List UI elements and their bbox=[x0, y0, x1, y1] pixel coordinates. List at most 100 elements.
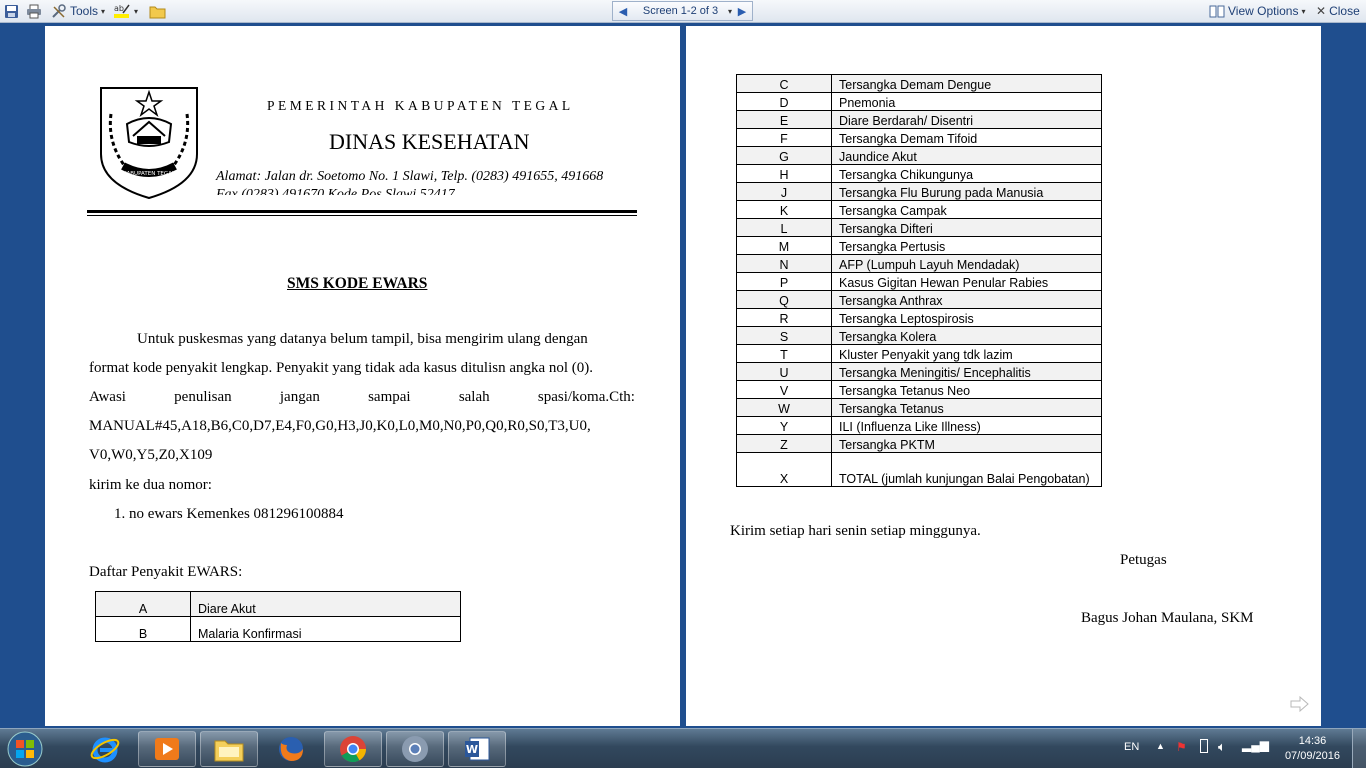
disease-name: Tersangka Kolera bbox=[831, 326, 1102, 345]
disease-name: Jaundice Akut bbox=[831, 146, 1102, 165]
tools-icon bbox=[52, 3, 66, 18]
chevron-down-icon: ▾ bbox=[101, 6, 106, 16]
taskbar-word[interactable]: W bbox=[448, 731, 506, 767]
print-icon bbox=[27, 4, 41, 18]
table-row: Q Tersangka Anthrax bbox=[736, 290, 1102, 309]
table-row: U Tersangka Meningitis/ Encephalitis bbox=[736, 362, 1102, 381]
kabupaten-tegal-logo: KABUPATEN TEGAL bbox=[100, 87, 198, 200]
tools-menu[interactable]: Tools ▾ bbox=[51, 2, 105, 20]
officer-name: Bagus Johan Maulana, SKM bbox=[1081, 610, 1254, 626]
ewars-table-part1: A Diare Akut B Malaria Konfirmasi bbox=[95, 591, 461, 642]
disease-code: Z bbox=[736, 434, 832, 453]
disease-code: U bbox=[736, 362, 832, 381]
disease-name: Tersangka Tetanus bbox=[831, 398, 1102, 417]
taskbar-chrome-canary[interactable] bbox=[386, 731, 444, 767]
next-screen-button[interactable]: ▶ bbox=[732, 5, 752, 18]
table-row: A Diare Akut bbox=[95, 591, 461, 617]
disease-code: M bbox=[736, 236, 832, 255]
volume-icon[interactable]: 🔈︎ bbox=[1218, 739, 1226, 755]
taskbar-media-player[interactable] bbox=[138, 731, 196, 767]
network-icon[interactable]: ▂▄▆ bbox=[1242, 738, 1269, 752]
table-row: L Tersangka Difteri bbox=[736, 218, 1102, 237]
disease-code: K bbox=[736, 200, 832, 219]
firefox-icon bbox=[279, 737, 303, 761]
disease-name: Tersangka Campak bbox=[831, 200, 1102, 219]
table-row: F Tersangka Demam Tifoid bbox=[736, 128, 1102, 147]
disease-name: ILI (Influenza Like Illness) bbox=[831, 416, 1102, 435]
disease-code: H bbox=[736, 164, 832, 183]
table-row: C Tersangka Demam Dengue bbox=[736, 74, 1102, 93]
start-button[interactable] bbox=[2, 730, 48, 768]
save-button[interactable] bbox=[4, 2, 19, 20]
table-row: V Tersangka Tetanus Neo bbox=[736, 380, 1102, 399]
table-row: W Tersangka Tetanus bbox=[736, 398, 1102, 417]
taskbar-internet-explorer[interactable] bbox=[76, 731, 134, 767]
disease-code: C bbox=[736, 74, 832, 93]
comment-button[interactable] bbox=[149, 2, 166, 20]
battery-icon[interactable] bbox=[1200, 739, 1208, 753]
officer-label: Petugas bbox=[1120, 552, 1167, 568]
reading-area: KABUPATEN TEGAL PEMERINTAH KABUPATEN TEG… bbox=[0, 23, 1366, 728]
close-icon: ✕ bbox=[1316, 4, 1327, 18]
disease-name: Tersangka Anthrax bbox=[831, 290, 1102, 309]
print-button[interactable] bbox=[26, 2, 42, 20]
paragraph-line-4: MANUAL#45,A18,B6,C0,D7,E4,F0,G0,H3,J0,K0… bbox=[89, 418, 591, 434]
close-button[interactable]: ✕ Close bbox=[1316, 2, 1360, 20]
clock[interactable]: 14:36 07/09/2016 bbox=[1285, 734, 1340, 764]
disease-list-heading: Daftar Penyakit EWARS: bbox=[89, 564, 243, 580]
clock-time: 14:36 bbox=[1298, 735, 1327, 747]
chevron-down-icon: ▾ bbox=[134, 6, 139, 16]
table-row: P Kasus Gigitan Hewan Penular Rabies bbox=[736, 272, 1102, 291]
paragraph-word: salah bbox=[458, 389, 490, 405]
screen-indicator[interactable]: Screen 1-2 of 3 bbox=[633, 5, 728, 17]
disease-name: Tersangka PKTM bbox=[831, 434, 1102, 453]
save-icon bbox=[5, 4, 18, 18]
highlight-button[interactable]: ab ▾ bbox=[113, 2, 138, 20]
taskbar-chrome[interactable] bbox=[324, 731, 382, 767]
document-page-right: C Tersangka Demam Dengue D Pnemonia E Diare B… bbox=[686, 26, 1321, 726]
previous-screen-button[interactable]: ◀ bbox=[613, 5, 633, 18]
disease-name: Tersangka Tetanus Neo bbox=[831, 380, 1102, 399]
table-row: Y ILI (Influenza Like Illness) bbox=[736, 416, 1102, 435]
document-page-left: KABUPATEN TEGAL PEMERINTAH KABUPATEN TEG… bbox=[45, 26, 680, 726]
table-row: S Tersangka Kolera bbox=[736, 326, 1102, 345]
table-row: Z Tersangka PKTM bbox=[736, 434, 1102, 453]
disease-code: V bbox=[736, 380, 832, 399]
svg-text:ab: ab bbox=[114, 4, 124, 13]
show-hidden-icons-icon[interactable]: ▲ bbox=[1156, 741, 1165, 751]
paragraph-word: sampai bbox=[368, 389, 411, 405]
table-row: J Tersangka Flu Burung pada Manusia bbox=[736, 182, 1102, 201]
paragraph-line-2: format kode penyakit lengkap. Penyakit y… bbox=[89, 360, 594, 376]
send-schedule-note: Kirim setiap hari senin setiap minggunya… bbox=[730, 523, 981, 539]
table-row: T Kluster Penyakit yang tdk lazim bbox=[736, 344, 1102, 363]
language-indicator[interactable]: EN bbox=[1124, 741, 1139, 753]
disease-name: Diare Berdarah/ Disentri bbox=[831, 110, 1102, 129]
disease-name: Tersangka Demam Tifoid bbox=[831, 128, 1102, 147]
ewars-table-body: C Tersangka Demam Dengue D Pnemonia E Diare B… bbox=[736, 74, 1102, 487]
paragraph-line-1: Untuk puskesmas yang datanya belum tampi… bbox=[137, 331, 588, 347]
show-desktop-button[interactable] bbox=[1352, 729, 1366, 768]
disease-code: A bbox=[95, 591, 191, 617]
action-center-icon[interactable]: ⚑ bbox=[1176, 740, 1187, 754]
disease-name: Tersangka Flu Burung pada Manusia bbox=[831, 182, 1102, 201]
view-options-menu[interactable]: View Options ▾ bbox=[1209, 2, 1306, 20]
table-row: M Tersangka Pertusis bbox=[736, 236, 1102, 255]
disease-name: Tersangka Pertusis bbox=[831, 236, 1102, 255]
media-player-icon bbox=[155, 738, 179, 760]
disease-name: Pnemonia bbox=[831, 92, 1102, 111]
disease-name: AFP (Lumpuh Layuh Mendadak) bbox=[831, 254, 1102, 273]
table-row: E Diare Berdarah/ Disentri bbox=[736, 110, 1102, 129]
disease-name: Diare Akut bbox=[190, 591, 461, 617]
disease-name: Tersangka Leptospirosis bbox=[831, 308, 1102, 327]
disease-code: E bbox=[736, 110, 832, 129]
folder-icon bbox=[214, 740, 244, 762]
disease-code: T bbox=[736, 344, 832, 363]
taskbar-firefox[interactable] bbox=[262, 731, 320, 767]
table-row: R Tersangka Leptospirosis bbox=[736, 308, 1102, 327]
chevron-down-icon: ▾ bbox=[1301, 6, 1306, 16]
disease-code: F bbox=[736, 128, 832, 147]
screen-navigator: ◀ Screen 1-2 of 3 ▾ ▶ bbox=[612, 1, 753, 21]
chrome-canary-icon bbox=[402, 736, 428, 762]
taskbar-file-explorer[interactable] bbox=[200, 731, 258, 767]
next-page-arrow-icon[interactable] bbox=[1290, 696, 1310, 712]
